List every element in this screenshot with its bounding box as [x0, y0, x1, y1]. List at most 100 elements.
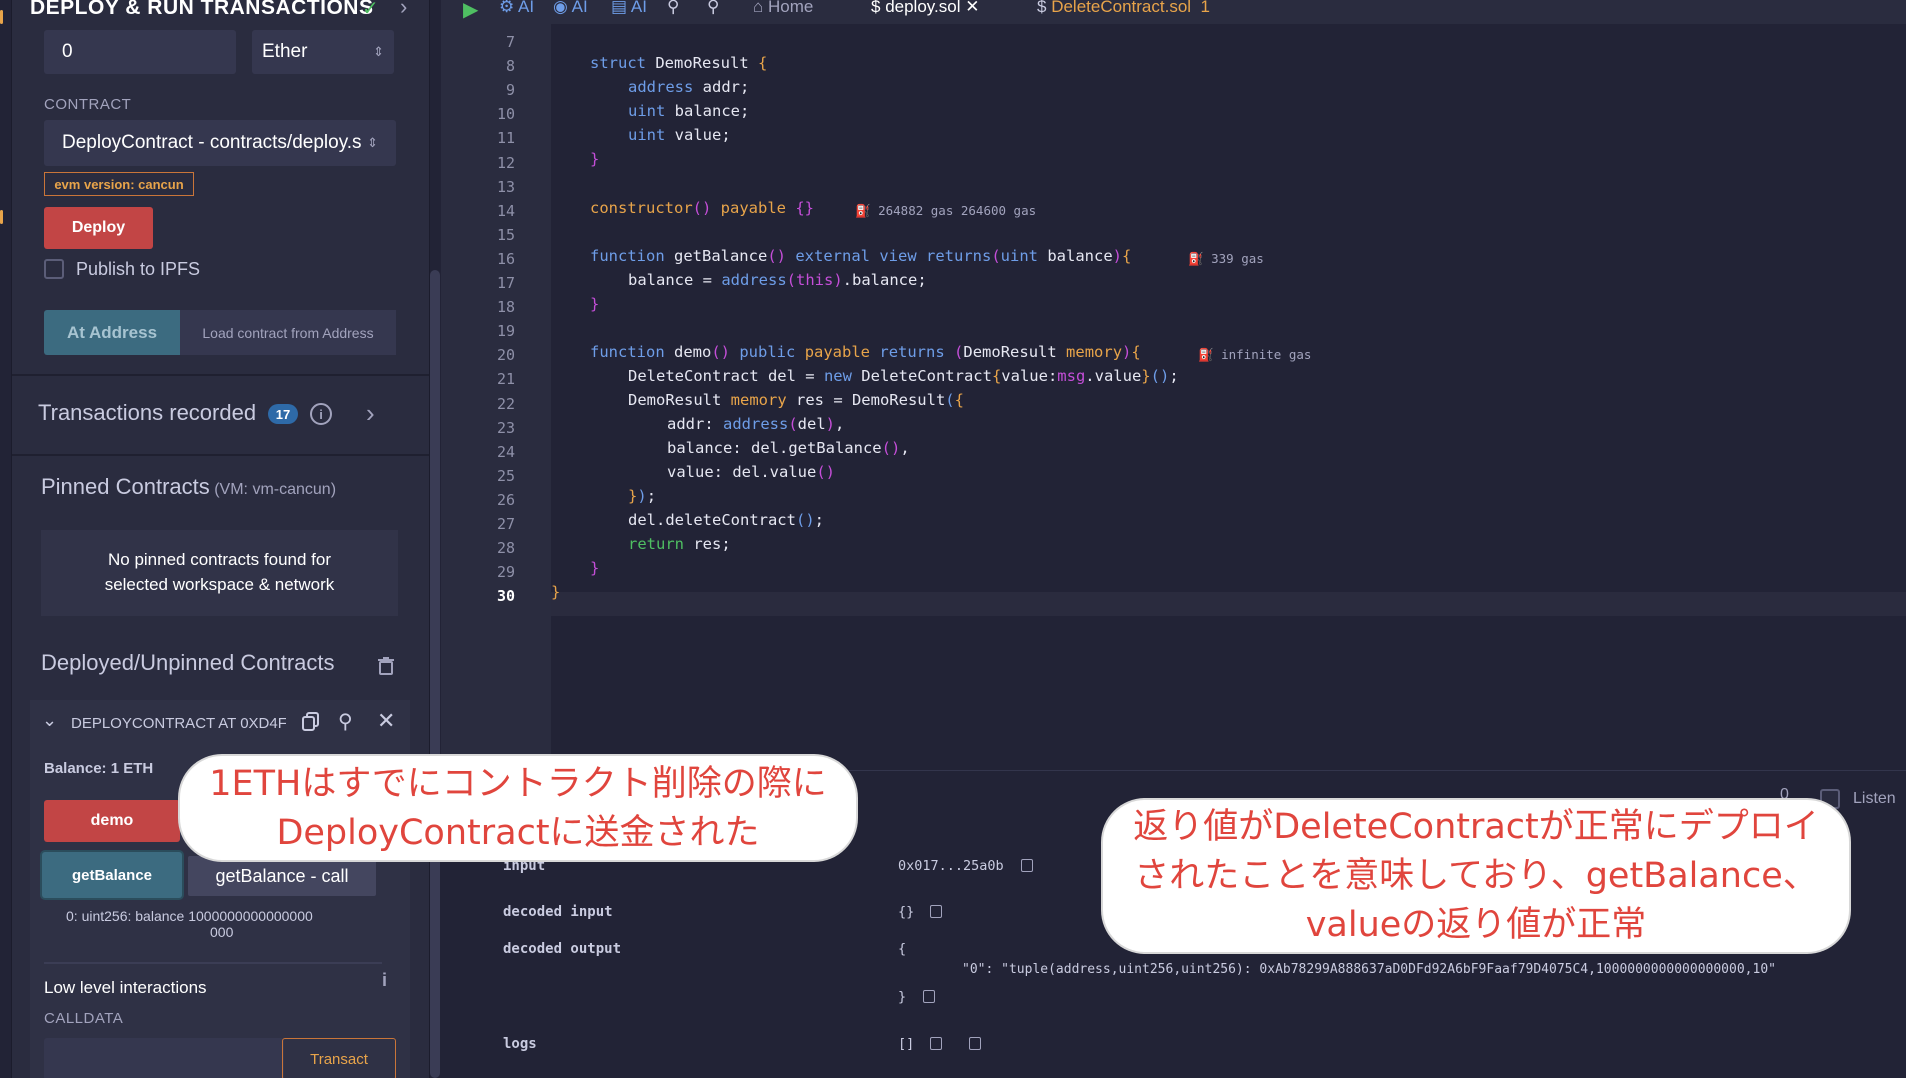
copy-icon[interactable]: [969, 1037, 981, 1050]
close-tab-icon[interactable]: ✕: [965, 0, 979, 16]
ai-label: AI: [518, 0, 535, 16]
code-line: function getBalance() external view retu…: [590, 247, 1132, 265]
code-line: DemoResult memory res = DemoResult({: [628, 391, 964, 409]
ai-assistant-icon[interactable]: ⚙ AI: [499, 0, 534, 17]
pin-icon[interactable]: ⚲: [338, 709, 353, 734]
call-result: 0: uint256: balance 1000000000000000 000: [66, 908, 313, 940]
calldata-input[interactable]: [44, 1038, 284, 1078]
transactions-recorded-label[interactable]: Transactions recorded: [38, 400, 256, 426]
chevron-down-icon[interactable]: ⌄: [42, 710, 57, 731]
annotation-callout-left: 1ETHはすでにコントラクト削除の際に DeployContractに送金された: [180, 756, 856, 860]
code-line: struct DemoResult {: [590, 54, 768, 72]
call-result-line: 0: uint256: balance 1000000000000000: [66, 908, 313, 924]
line-number: 11: [496, 129, 515, 148]
code-line: return res;: [628, 535, 731, 553]
divider: [12, 374, 429, 376]
status-dot: [0, 210, 3, 224]
copy-icon[interactable]: [930, 1037, 942, 1050]
getbalance-button[interactable]: getBalance: [42, 852, 182, 898]
line-number: 13: [496, 177, 515, 196]
line-number: 8: [505, 57, 515, 76]
copy-icon[interactable]: [930, 905, 942, 918]
tab-deploy-sol[interactable]: $ deploy.sol ✕: [871, 0, 979, 17]
tab-deletecontract-sol[interactable]: $ DeleteContract.sol 1: [1037, 0, 1210, 17]
status-dot: [0, 10, 3, 24]
transact-button[interactable]: Transact: [282, 1038, 396, 1078]
callout-line: 1ETHはすでにコントラクト削除の際に: [209, 764, 827, 804]
gas-estimate: ⛽ infinite gas: [1198, 347, 1312, 362]
ai-label: AI: [571, 0, 588, 16]
contract-select[interactable]: DeployContract - contracts/deploy.s ⇕: [44, 120, 396, 166]
instance-balance: Balance: 1 ETH: [44, 760, 154, 777]
line-number: 14: [496, 201, 515, 220]
call-result-line: 000: [210, 924, 234, 940]
value-input[interactable]: 0: [44, 30, 236, 74]
divider: [12, 454, 429, 456]
line-number: 29: [496, 563, 515, 582]
panel-scrollbar[interactable]: [430, 270, 440, 1078]
unit-select-label: Ether: [262, 41, 308, 62]
line-number: 28: [496, 539, 515, 558]
select-arrows-icon: ⇕: [367, 135, 378, 150]
decoded-input-value: {}: [898, 904, 915, 920]
deploy-button[interactable]: Deploy: [44, 207, 153, 249]
callout-line: されたことを意味しており、getBalance、: [1134, 856, 1818, 896]
divider: [44, 962, 382, 964]
line-number: 12: [496, 153, 515, 172]
instance-title[interactable]: DEPLOYCONTRACT AT 0XD4F: [71, 715, 286, 732]
line-number: 27: [496, 515, 515, 533]
tab-home[interactable]: ⌂ Home: [753, 0, 813, 17]
select-arrows-icon: ⇕: [373, 44, 384, 59]
info-icon[interactable]: i: [382, 970, 387, 991]
ai-toggle-icon[interactable]: ◉ AI: [553, 0, 588, 17]
decoded-output-value: "0": "tuple(address,uint256,uint256): 0x…: [962, 962, 1776, 977]
line-number: 25: [496, 466, 515, 485]
code-line: uint value;: [628, 126, 731, 144]
annotation-callout-right: 返り値がDeleteContractが正常にデプロイ されたことを意味しており、…: [1103, 800, 1849, 952]
callout-line: 返り値がDeleteContractが正常にデプロイ: [1133, 807, 1819, 847]
code-line: }: [590, 150, 600, 168]
current-line-highlight: [551, 592, 1906, 616]
unit-select[interactable]: Ether ⇕: [252, 30, 394, 74]
gas-estimate-text: infinite gas: [1221, 347, 1312, 362]
close-icon[interactable]: ✕: [377, 708, 395, 734]
chevron-right-icon[interactable]: ›: [400, 0, 407, 20]
code-line: }: [590, 559, 600, 577]
ai-doc-icon[interactable]: ▤ AI: [611, 0, 647, 17]
at-address-button[interactable]: At Address: [44, 310, 180, 355]
line-number: 18: [496, 298, 515, 317]
callout-line: DeployContractに送金された: [276, 813, 760, 853]
calldata-label: CALLDATA: [44, 1010, 124, 1027]
pinned-env-label: (VM: vm-cancun): [214, 481, 337, 498]
line-number: 10: [496, 105, 515, 124]
code-line: del.deleteContract();: [628, 511, 824, 529]
zoom-in-icon[interactable]: ⚲: [707, 0, 719, 17]
zoom-out-icon[interactable]: ⚲: [667, 0, 679, 17]
file-icon: $: [1037, 0, 1047, 16]
logs-value: []: [898, 1036, 915, 1052]
contract-address-input[interactable]: Load contract from Address: [180, 310, 396, 355]
info-icon[interactable]: i: [310, 403, 332, 425]
publish-ipfs-checkbox[interactable]: [44, 259, 64, 279]
panel-title: DEPLOY & RUN TRANSACTIONS: [30, 0, 374, 19]
low-level-title: Low level interactions: [44, 978, 207, 997]
contract-label: CONTRACT: [44, 96, 132, 113]
trash-icon[interactable]: [378, 657, 394, 675]
copy-icon[interactable]: [302, 712, 320, 732]
code-line: balance: del.getBalance(),: [667, 439, 910, 457]
copy-icon[interactable]: [923, 990, 935, 1003]
line-number: 17: [496, 274, 515, 292]
decoded-output-close: }: [898, 989, 907, 1005]
tx-input-key: input: [503, 858, 546, 874]
copy-icon[interactable]: [1021, 859, 1033, 872]
demo-button[interactable]: demo: [44, 800, 180, 842]
chevron-right-icon[interactable]: ›: [366, 398, 375, 429]
pinned-contracts-title: Pinned Contracts: [41, 474, 210, 499]
run-icon[interactable]: ▶: [463, 0, 478, 22]
code-line: constructor() payable {}: [590, 199, 815, 217]
no-pinned-line: No pinned contracts found for: [107, 550, 332, 569]
tx-input-value: 0x017...25a0b: [898, 858, 1004, 874]
line-number: 24: [496, 442, 515, 461]
code-line: });: [628, 487, 657, 505]
tab-error-count: 1: [1200, 0, 1210, 16]
